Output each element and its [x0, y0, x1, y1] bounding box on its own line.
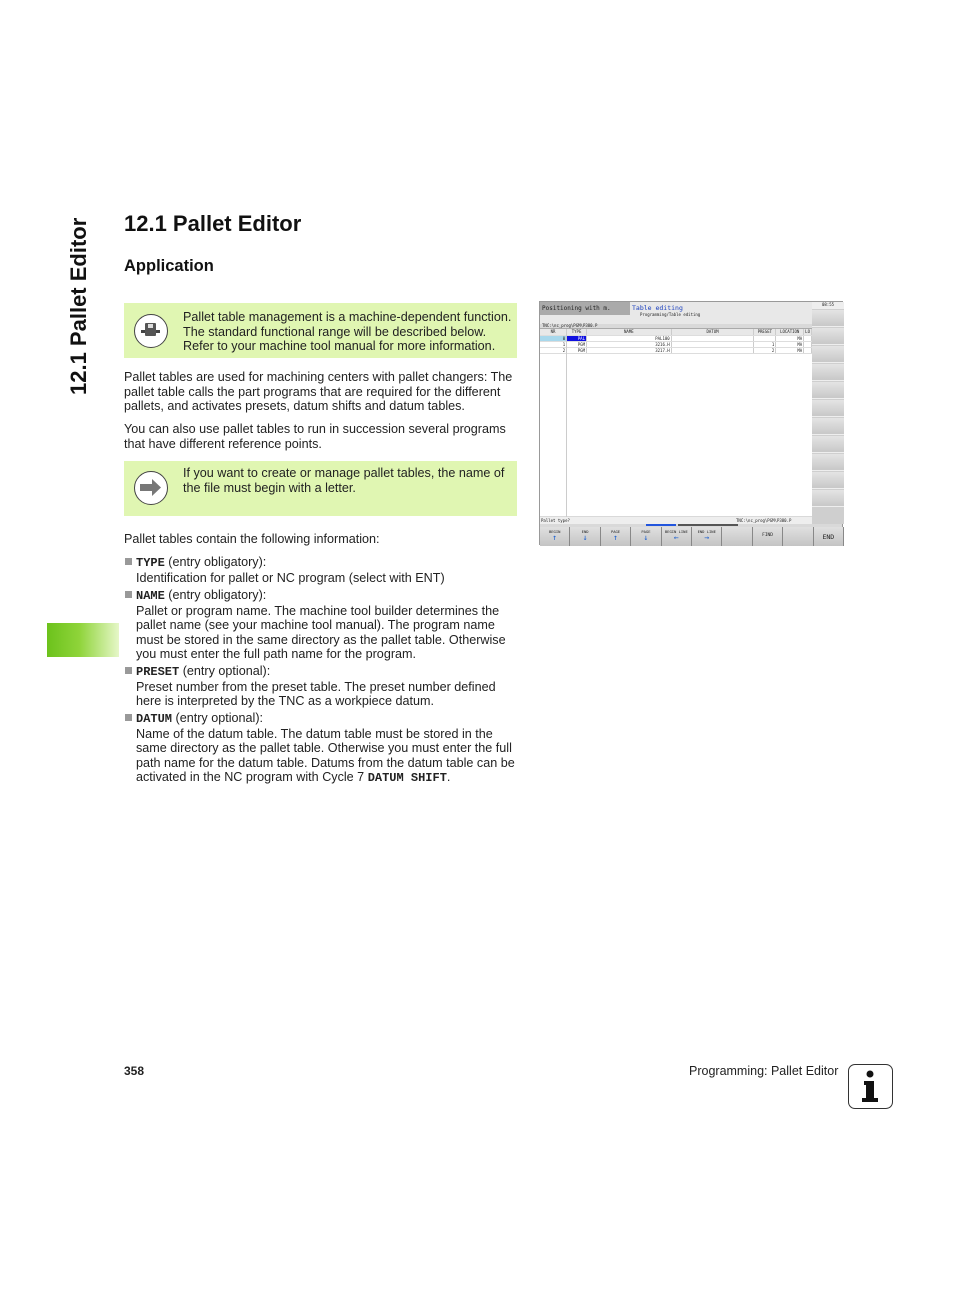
horizontal-softkeys: BEGIN ↑ END ↓ PAGE ↑ PAGE ↓ BEGIN LINE ← END …	[540, 527, 845, 546]
arrow-right-icon: →	[704, 533, 710, 542]
sidebar-chapter-title: 12.1 Pallet Editor	[66, 217, 91, 395]
softkey[interactable]	[812, 328, 844, 345]
status-bar: Pallet type? TNC:\nc_prog\PGM\P380.P	[540, 517, 812, 524]
screen-header: Positioning with m. Table editing Progra…	[540, 302, 812, 324]
softkey-end-line[interactable]: END LINE →	[692, 527, 723, 546]
tnc-screenshot: Positioning with m. Table editing Progra…	[539, 301, 845, 546]
bullet-icon	[125, 591, 132, 598]
softkey-find[interactable]: FIND	[752, 527, 784, 546]
programming-mode-sub: Programming/Table editing	[640, 312, 701, 317]
softkey[interactable]	[812, 310, 844, 327]
softkey[interactable]	[812, 472, 844, 489]
softkey[interactable]	[812, 364, 844, 381]
arrow-right-icon	[134, 471, 168, 505]
softkey-begin-line[interactable]: BEGIN LINE ←	[661, 527, 693, 546]
note-machine-dependent: Pallet table management is a machine-dep…	[124, 303, 517, 358]
softkey[interactable]	[812, 490, 844, 507]
section-title: Application	[124, 257, 214, 275]
pallet-table: NR TYPE NAME DATUM PRESET LOCATION LO 0 PAL PAL1…	[540, 328, 812, 517]
list-item: TYPE (entry obligatory): Identification …	[124, 555, 519, 585]
softkey-level-indicator	[646, 524, 676, 526]
paragraph: Pallet tables contain the following info…	[124, 532, 380, 546]
machine-dependent-icon	[134, 314, 168, 348]
list-item: PRESET (entry optional): Preset number f…	[124, 664, 519, 709]
paragraph: Pallet tables are used for machining cen…	[124, 370, 513, 414]
chapter-tab-marker	[47, 623, 119, 657]
softkey-page-down[interactable]: PAGE ↓	[631, 527, 662, 546]
table-row[interactable]: 2 PGM 3217.H 2 MA	[540, 347, 812, 354]
clock: 08:55	[812, 302, 844, 309]
row-number-column	[540, 329, 567, 517]
arrow-left-icon: ←	[673, 533, 679, 542]
programming-mode: Table editing	[632, 304, 683, 312]
paragraph: You can also use pallet tables to run in…	[124, 422, 506, 451]
softkey-end-editing[interactable]: END	[813, 527, 845, 546]
softkey[interactable]	[812, 418, 844, 435]
machine-mode: Positioning with m.	[540, 302, 630, 315]
page-number: 358	[124, 1064, 145, 1078]
note-text: Pallet table management is a machine-dep…	[183, 310, 512, 354]
softkey[interactable]	[812, 382, 844, 399]
bullet-icon	[125, 667, 132, 674]
softkey-begin[interactable]: BEGIN ↑	[540, 527, 571, 546]
arrow-down-icon: ↓	[582, 533, 588, 542]
softkey-empty[interactable]	[783, 527, 814, 546]
softkey[interactable]	[812, 346, 844, 363]
note-file-name: If you want to create or manage pallet t…	[124, 461, 517, 516]
softkey-empty[interactable]	[722, 527, 753, 546]
arrow-up-icon: ↑	[613, 533, 618, 542]
info-icon	[848, 1064, 893, 1109]
vertical-softkeys: 08:55	[812, 302, 844, 524]
bullet-icon	[125, 558, 132, 565]
status-path: TNC:\nc_prog\PGM\P380.P	[736, 518, 792, 523]
softkey[interactable]	[812, 436, 844, 453]
list-item: NAME (entry obligatory): Pallet or progr…	[124, 588, 519, 662]
list-item: DATUM (entry optional): Name of the datu…	[124, 711, 519, 786]
softkey-page-up[interactable]: PAGE ↑	[600, 527, 632, 546]
page-title: 12.1 Pallet Editor	[124, 211, 302, 236]
status-prompt: Pallet type?	[541, 518, 570, 523]
softkey[interactable]	[812, 400, 844, 417]
softkey-end[interactable]: END ↓	[570, 527, 601, 546]
note-text: If you want to create or manage pallet t…	[183, 466, 505, 495]
running-footer: Programming: Pallet Editor	[689, 1064, 839, 1078]
softkey[interactable]	[812, 454, 844, 471]
softkey-level-indicator	[678, 524, 738, 526]
bullet-icon	[125, 714, 132, 721]
arrow-up-icon: ↑	[552, 533, 558, 542]
arrow-down-icon: ↓	[643, 533, 649, 542]
